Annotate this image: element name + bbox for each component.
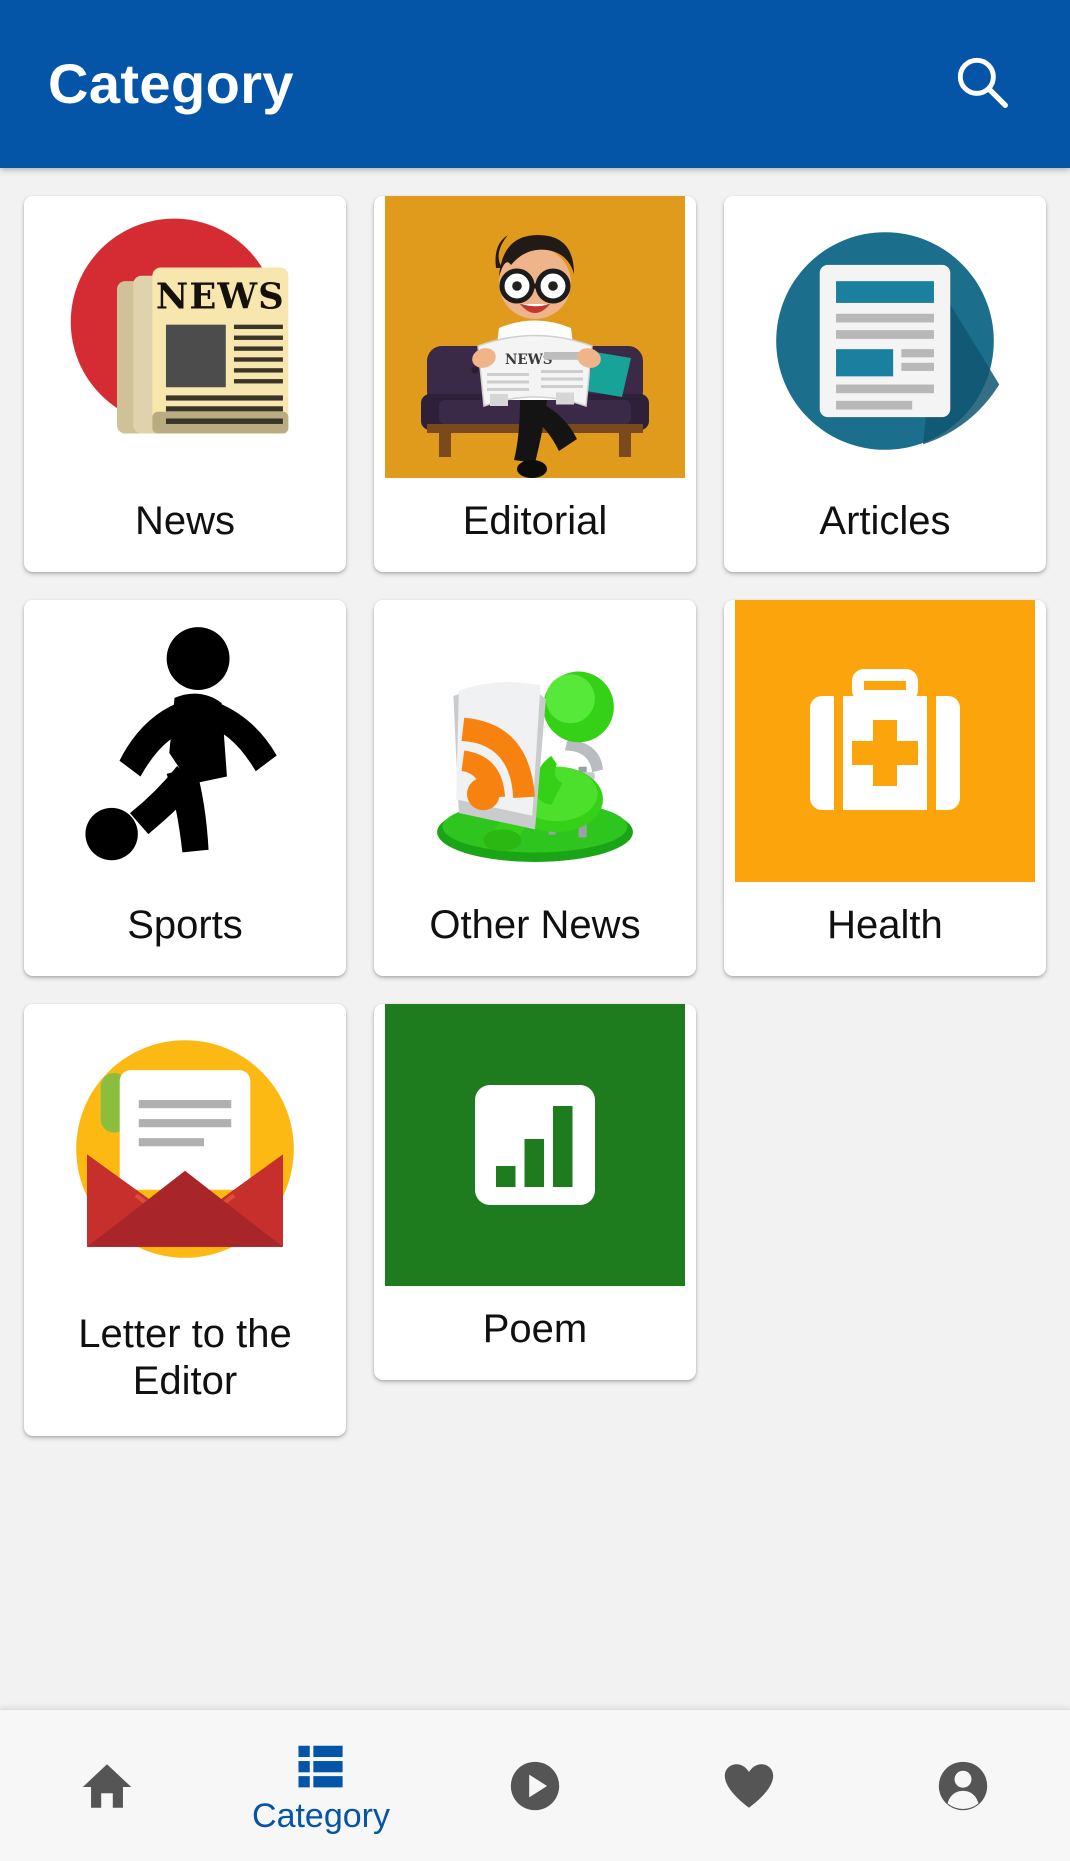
category-card-sports[interactable]: Sports bbox=[24, 600, 346, 976]
category-card-health[interactable]: Health bbox=[723, 600, 1046, 976]
category-card-articles[interactable]: Articles bbox=[723, 196, 1046, 572]
card-label: Poem bbox=[482, 1307, 588, 1352]
grid-cell: Sports bbox=[10, 586, 360, 990]
category-card-other-news[interactable]: Other News bbox=[373, 600, 696, 976]
envelope-letter-icon bbox=[49, 1013, 321, 1285]
search-button[interactable] bbox=[934, 36, 1030, 132]
app-bar: Category bbox=[0, 0, 1070, 168]
card-label: Editorial bbox=[462, 499, 608, 544]
nav-item-play[interactable] bbox=[428, 1710, 642, 1861]
soccer-player-icon bbox=[54, 614, 316, 876]
card-media bbox=[373, 600, 696, 882]
card-media bbox=[374, 1004, 696, 1286]
grid-cell: Articles bbox=[710, 182, 1060, 586]
newspaper-stack-icon: NEWS bbox=[49, 205, 321, 477]
category-card-letter[interactable]: Letter to the Editor bbox=[24, 1004, 346, 1436]
grid-cell: Health bbox=[710, 586, 1060, 990]
play-circle-icon bbox=[506, 1757, 564, 1815]
app-screen: Category NEWS News NEWS Editorial Articl… bbox=[0, 0, 1070, 1861]
search-icon bbox=[951, 51, 1013, 118]
man-reading-newspaper-icon: NEWS bbox=[384, 196, 685, 478]
grid-cell: Other News bbox=[360, 586, 710, 990]
card-label: Sports bbox=[127, 903, 243, 948]
card-media bbox=[724, 600, 1046, 882]
card-media bbox=[723, 196, 1046, 478]
card-media: NEWS bbox=[374, 196, 696, 478]
card-label: Health bbox=[827, 903, 943, 948]
nav-item-category[interactable]: Category bbox=[214, 1710, 428, 1861]
document-article-icon bbox=[749, 205, 1021, 477]
category-card-news[interactable]: NEWS News bbox=[24, 196, 346, 572]
grid-cell: NEWS bbox=[360, 182, 710, 586]
card-label: News bbox=[134, 499, 235, 544]
category-grid-container: NEWS News NEWS Editorial Articles Sports… bbox=[0, 168, 1070, 1709]
card-label: Other News bbox=[429, 903, 641, 948]
rss-reader-figure-icon bbox=[399, 609, 671, 881]
nav-item-label: Category bbox=[252, 1796, 390, 1835]
page-title: Category bbox=[48, 52, 294, 115]
category-grid: NEWS News NEWS Editorial Articles Sports… bbox=[10, 182, 1060, 1450]
grid-icon bbox=[294, 1739, 348, 1793]
heart-icon bbox=[720, 1757, 778, 1815]
card-media: NEWS bbox=[24, 196, 346, 478]
grid-cell: Letter to the Editor bbox=[10, 990, 360, 1450]
card-label: Letter to the Editor bbox=[78, 1311, 292, 1403]
bar-chart-icon bbox=[384, 1004, 685, 1286]
home-icon bbox=[78, 1757, 136, 1815]
card-media bbox=[24, 1004, 346, 1286]
nav-item-account[interactable] bbox=[856, 1710, 1070, 1861]
grid-cell: NEWS bbox=[10, 182, 360, 586]
grid-cell: Poem bbox=[360, 990, 710, 1450]
card-label: Articles bbox=[819, 499, 951, 544]
category-card-editorial[interactable]: NEWS Editorial bbox=[373, 196, 696, 572]
account-icon bbox=[934, 1757, 992, 1815]
category-card-poem[interactable]: Poem bbox=[373, 1004, 696, 1380]
card-media bbox=[24, 600, 346, 882]
svg-text:NEWS: NEWS bbox=[156, 276, 285, 317]
first-aid-kit-icon bbox=[734, 600, 1035, 882]
nav-item-favorites[interactable] bbox=[642, 1710, 856, 1861]
bottom-navigation: Category bbox=[0, 1709, 1070, 1861]
nav-item-home[interactable] bbox=[0, 1710, 214, 1861]
